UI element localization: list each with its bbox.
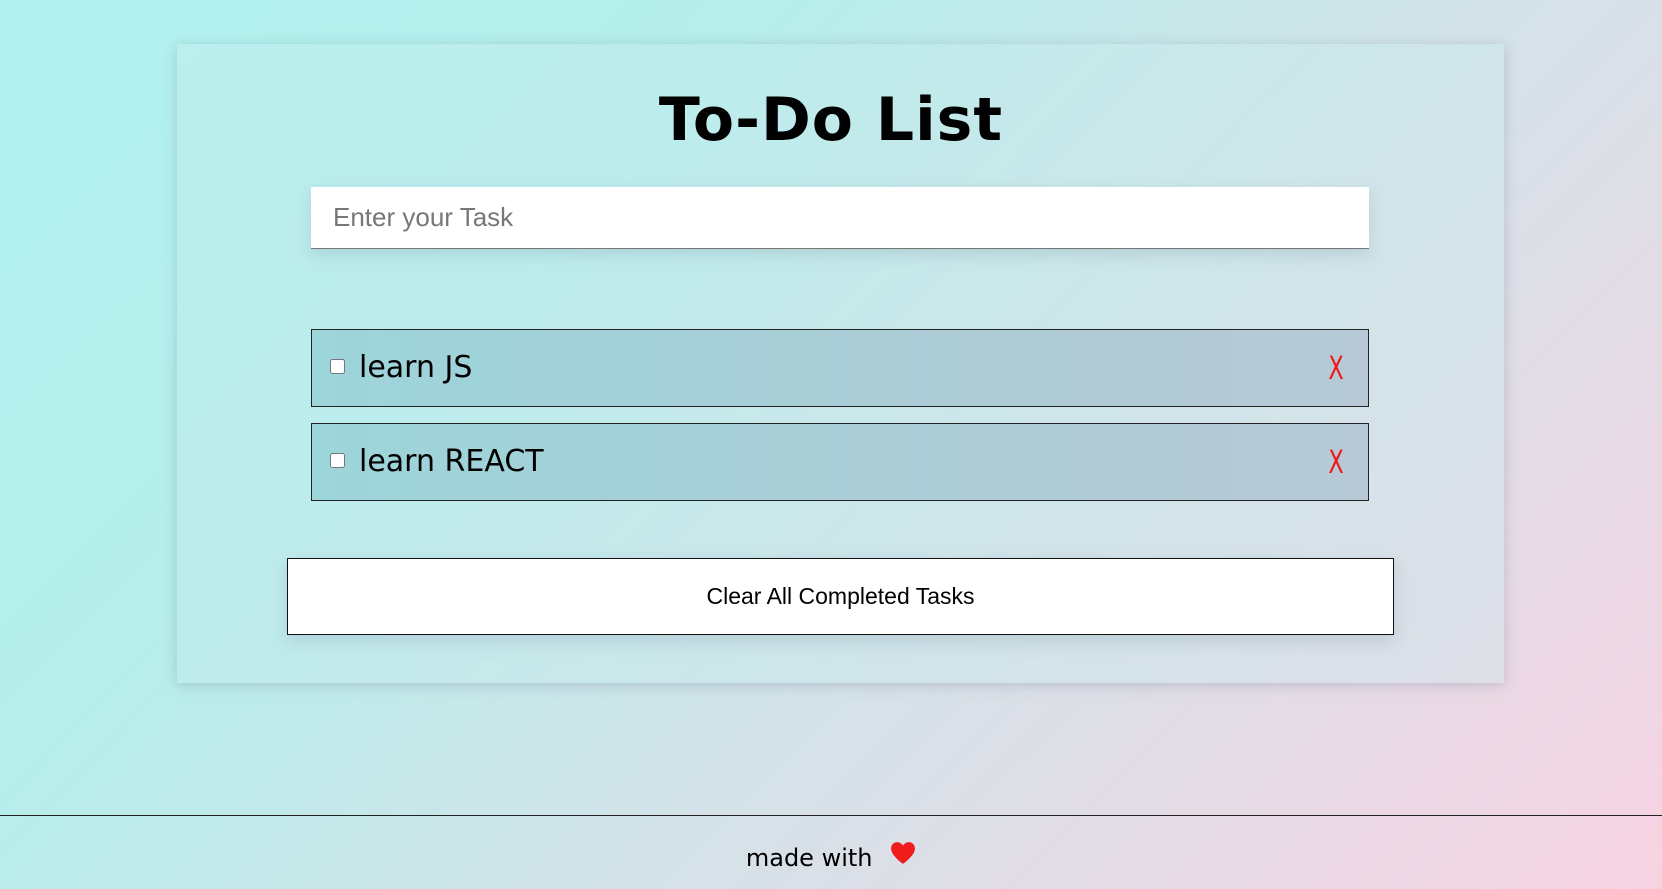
delete-task-button[interactable]: X [1328, 444, 1345, 480]
task-checkbox[interactable] [330, 453, 345, 468]
heart-icon [890, 840, 916, 874]
task-label: learn REACT [359, 444, 544, 479]
task-item: learn REACT X [311, 423, 1369, 501]
task-item: learn JS X [311, 329, 1369, 407]
task-checkbox[interactable] [330, 359, 345, 374]
task-label: learn JS [359, 350, 473, 385]
footer-text: made with [745, 844, 873, 872]
delete-task-button[interactable]: X [1328, 350, 1345, 386]
footer: made with [0, 841, 1662, 875]
clear-completed-button[interactable]: Clear All Completed Tasks [287, 558, 1394, 635]
footer-divider [0, 815, 1662, 816]
task-input[interactable] [311, 187, 1369, 249]
page-title: To-Do List [658, 85, 1004, 155]
